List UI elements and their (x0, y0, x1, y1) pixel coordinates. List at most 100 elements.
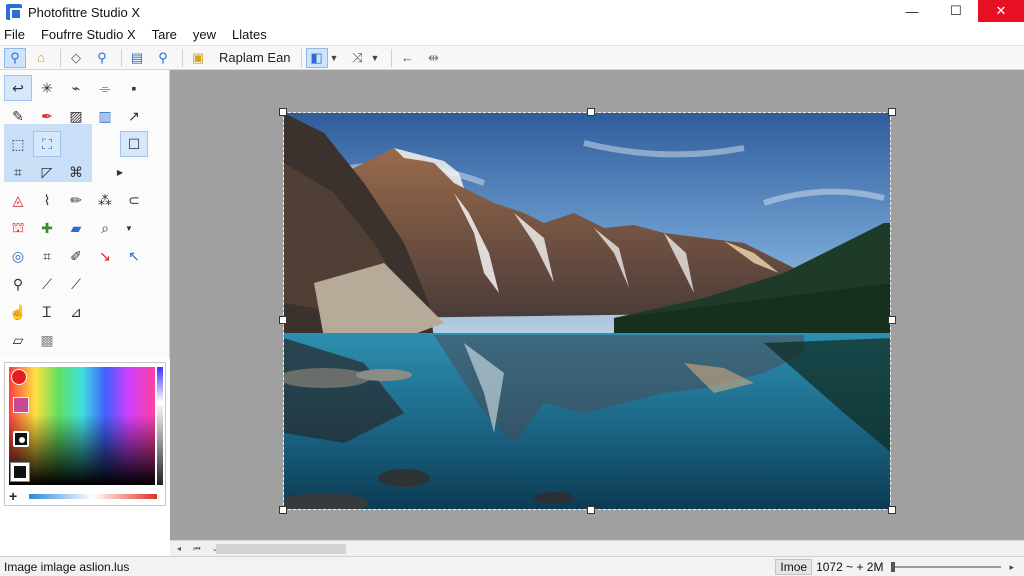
chevron-down-icon[interactable]: ▼ (370, 53, 379, 63)
color-spectrum[interactable] (9, 367, 155, 485)
shape-button[interactable]: ◇ (65, 48, 87, 68)
move-tool[interactable]: ↗ (120, 103, 148, 129)
paint-tool[interactable]: ✏ (62, 187, 90, 213)
scroll-first-icon[interactable]: ⏮ (188, 542, 206, 556)
pointer-tool[interactable]: ◸ (33, 159, 61, 185)
color-panel: + (4, 362, 166, 506)
menu-tare[interactable]: Tare (146, 27, 183, 42)
vector-tool[interactable]: ◬ (4, 187, 32, 213)
scroll-left-icon[interactable]: ◂ (170, 542, 188, 556)
wand-tool[interactable]: ✳ (33, 75, 61, 101)
layers-button[interactable]: ▤ (126, 48, 148, 68)
expand-arrow-icon[interactable]: ▼ (120, 224, 138, 233)
target-tool[interactable]: ◎ (4, 243, 32, 269)
blur-tool[interactable]: ⌕ (91, 215, 119, 241)
wand-icon: ✳ (41, 79, 53, 96)
bucket-tool[interactable]: ⛫ (4, 215, 32, 241)
shape-tool[interactable]: ⊿ (62, 299, 90, 325)
stamp-tool[interactable]: ▨ (62, 103, 90, 129)
menu-file[interactable]: File (0, 27, 31, 42)
marquee-tool[interactable]: ⬚ (4, 131, 32, 157)
rect-tool[interactable]: ☐ (120, 131, 148, 157)
heal-tool[interactable]: ✚ (33, 215, 61, 241)
note-tool[interactable]: ▱ (4, 327, 32, 353)
sharpen-tool[interactable]: ✐ (62, 243, 90, 269)
image-button[interactable]: ▣ (187, 48, 209, 68)
pencil-tool[interactable]: ✎ (4, 103, 32, 129)
brush-tool[interactable]: ⌁ (62, 75, 90, 101)
curve-tool[interactable]: ⊂ (120, 187, 148, 213)
search-button[interactable]: ⚲ (91, 48, 113, 68)
line-tool[interactable]: ⟋ (62, 271, 90, 297)
zoom-slider-knob[interactable] (891, 562, 896, 572)
frame-tool[interactable]: ⌘ (62, 159, 90, 185)
expand-arrow-icon[interactable]: ▶ (111, 168, 129, 177)
resize-handle-top-left[interactable] (279, 108, 287, 116)
gradient-tool[interactable]: ▥ (91, 103, 119, 129)
line-icon: ⟋ (71, 275, 81, 292)
hand-tool[interactable]: ☝ (4, 299, 32, 325)
zoom-tool-button[interactable]: ⚲ (4, 47, 26, 68)
move-icon: ↗ (128, 107, 140, 124)
zoom-tool[interactable]: ⚲ (4, 271, 32, 297)
lasso-tool[interactable]: ↩ (4, 75, 32, 101)
add-color-icon[interactable]: + (9, 488, 23, 504)
text-tool[interactable]: Ꮖ (33, 299, 61, 325)
dodge-tool[interactable]: ↘ (91, 243, 119, 269)
pen-icon: ✒ (41, 107, 53, 124)
resize-handle-bottom-left[interactable] (279, 506, 287, 514)
resize-handle-top-right[interactable] (888, 108, 896, 116)
transform-tool[interactable]: ⌗ (33, 243, 61, 269)
pen-tool[interactable]: ✒ (33, 103, 61, 129)
home-button[interactable]: ⌂ (30, 48, 52, 68)
menu-view[interactable]: yew (187, 27, 222, 42)
status-text: Image imlage aslion.lus (4, 559, 130, 574)
toolbar-separator (60, 48, 61, 67)
close-button[interactable]: ✕ (978, 0, 1024, 22)
minimize-button[interactable]: — (890, 0, 934, 22)
scrollbar-thumb[interactable] (216, 544, 346, 554)
resize-handle-middle-left[interactable] (279, 316, 287, 324)
window-title: Photofittre Studio X (28, 4, 141, 20)
measure-tool[interactable]: ⟋ (33, 271, 61, 297)
clone-tool[interactable]: ⁂ (91, 187, 119, 213)
pin-tool[interactable]: ▪ (120, 75, 148, 101)
chevron-right-icon[interactable]: ▸ (1009, 562, 1014, 573)
image-canvas[interactable] (283, 112, 891, 510)
fx-tool[interactable]: ▩ (33, 327, 61, 353)
resize-handle-bottom-center[interactable] (587, 506, 595, 514)
color-bar: + (9, 488, 163, 504)
hue-slider[interactable] (157, 367, 163, 485)
split-button[interactable]: ⇹ (422, 48, 444, 68)
back-button[interactable]: ← (396, 48, 418, 68)
horizontal-scrollbar[interactable]: ◂ ⏮ ⌄ (170, 540, 1024, 556)
background-color-swatch[interactable] (10, 462, 30, 482)
eraser-tool[interactable]: ▰ (62, 215, 90, 241)
zoom-slider[interactable] (891, 562, 1002, 572)
resize-handle-top-center[interactable] (587, 108, 595, 116)
menu-studio[interactable]: Foufrre Studio X (35, 27, 142, 42)
status-right: Imoe 1072 ~ + 2M ▸ (775, 557, 1018, 576)
path-tool[interactable]: ↖ (120, 243, 148, 269)
eraser-icon: ▰ (70, 219, 82, 236)
transform-button[interactable]: ⤨ (346, 48, 368, 68)
color-picker-dot[interactable] (13, 431, 29, 447)
rect-icon: ☐ (127, 135, 141, 152)
resize-handle-middle-right[interactable] (888, 316, 896, 324)
secondary-color-swatch[interactable] (13, 397, 29, 413)
foreground-color-swatch[interactable] (11, 369, 27, 385)
find-button[interactable]: ⚲ (152, 48, 174, 68)
toolbar-label[interactable]: Raplam Ean (219, 50, 291, 65)
eyedropper-tool[interactable]: ⌯ (91, 75, 119, 101)
heal-icon: ✚ (41, 219, 53, 236)
chevron-down-icon[interactable]: ▼ (330, 53, 339, 63)
crop-tool[interactable]: ⌗ (4, 159, 32, 185)
resize-handle-bottom-right[interactable] (888, 506, 896, 514)
maximize-button[interactable]: ☐ (934, 0, 978, 22)
gradient-slider[interactable] (29, 493, 157, 499)
select-tool[interactable]: ⛶ (33, 131, 61, 157)
hand-icon: ☝ (9, 303, 27, 320)
fill-button[interactable]: ◧ (305, 47, 328, 68)
menu-layers[interactable]: Llates (226, 27, 273, 42)
smudge-tool[interactable]: ⌇ (33, 187, 61, 213)
